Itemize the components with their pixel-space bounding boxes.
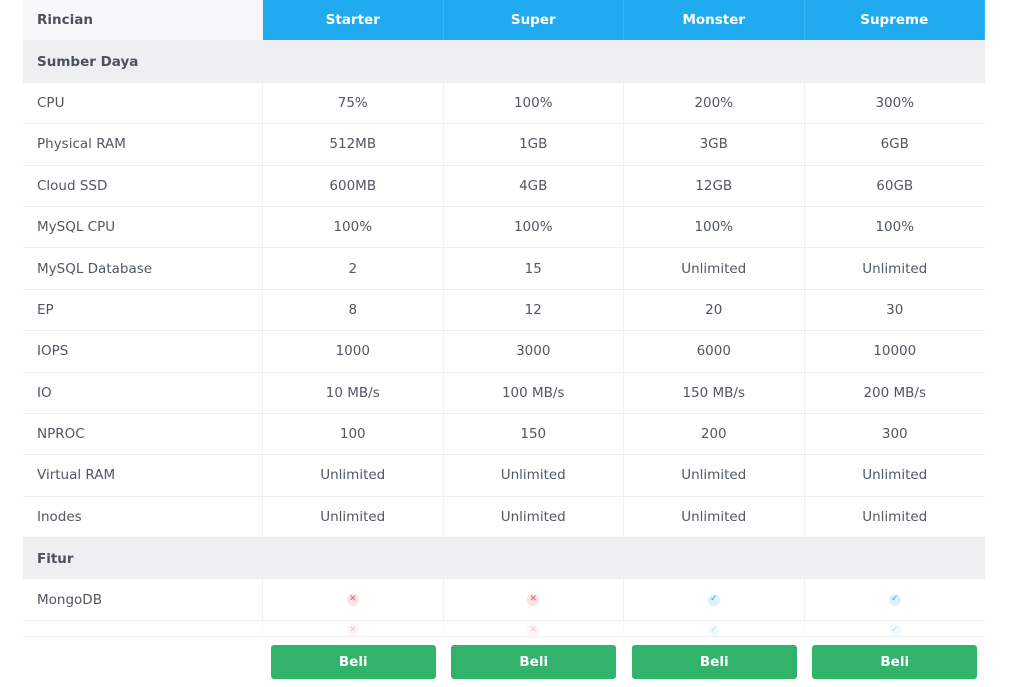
row-value: 200 [624, 413, 805, 455]
row-label: Physical RAM [23, 124, 263, 165]
table-row: Physical RAM 512MB 1GB 3GB 6GB [23, 124, 985, 166]
section-title: Sumber Daya [37, 54, 139, 71]
check-icon: ✓ [707, 624, 720, 637]
row-value: 20 [624, 289, 805, 331]
feature-label: MongoDB [23, 579, 263, 620]
row-value: 150 MB/s [624, 372, 805, 413]
row-value: 100% [444, 206, 624, 248]
row-label: Cloud SSD [23, 165, 263, 206]
row-value: 2 [263, 248, 444, 289]
row-value: 4GB [444, 165, 624, 206]
row-value: 30 [886, 301, 904, 318]
row-value: 300% [875, 94, 915, 111]
row-value: Unlimited [624, 248, 805, 289]
pricing-table: Rincian Starter Super Monster Supreme Su… [23, 0, 985, 687]
row-value: 10000 [873, 343, 917, 360]
row-label: IO [23, 372, 263, 413]
row-value: Unlimited [862, 260, 928, 277]
row-value: 60GB [876, 177, 914, 194]
table-row: IO 10 MB/s 100 MB/s 150 MB/s 200 MB/s [23, 372, 985, 414]
row-value: 1000 [263, 331, 444, 372]
table-row: NPROC 100 150 200 300 [23, 413, 985, 456]
row-value: 12 [444, 289, 624, 331]
row-value: 150 [444, 413, 624, 455]
row-value: 6GB [880, 136, 909, 153]
check-icon: ✓ [888, 593, 901, 606]
row-label: Inodes [23, 496, 263, 538]
row-value: 1GB [444, 124, 624, 165]
row-label: EP [23, 289, 263, 331]
plan-header-starter: Starter [263, 0, 444, 41]
row-value: 100% [263, 206, 444, 248]
check-icon: ✓ [888, 624, 901, 637]
feature-value: ✕ [444, 579, 624, 620]
row-label: NPROC [23, 413, 263, 455]
x-icon: ✕ [527, 593, 540, 606]
row-label: IOPS [23, 331, 263, 372]
row-value: 6000 [624, 331, 805, 372]
buy-footer: Beli Beli Beli Beli [23, 636, 985, 687]
table-row: EP 8 12 20 30 [23, 289, 985, 332]
table-row: IOPS 1000 3000 6000 10000 [23, 331, 985, 373]
plan-header-monster: Monster [624, 0, 805, 41]
row-value: 100 [263, 413, 444, 455]
x-icon: ✕ [346, 593, 359, 606]
row-value: 200% [624, 82, 805, 124]
table-row: MySQL CPU 100% 100% 100% 100% [23, 206, 985, 249]
row-value: Unlimited [444, 455, 624, 496]
row-value: 512MB [263, 124, 444, 165]
row-label: Virtual RAM [23, 455, 263, 496]
section-header-resources: Sumber Daya [23, 41, 985, 83]
row-value: Unlimited [624, 455, 805, 496]
row-value: 8 [263, 289, 444, 331]
row-value: 100% [444, 82, 624, 124]
row-value: 3GB [624, 124, 805, 165]
row-value: 10 MB/s [263, 372, 444, 413]
buy-button-starter[interactable]: Beli [270, 645, 436, 679]
row-value: 300 [881, 426, 908, 443]
row-value: 15 [444, 248, 624, 289]
row-value: Unlimited [444, 496, 624, 538]
row-value: 12GB [624, 165, 805, 206]
feature-value: ✕ [263, 579, 444, 620]
table-row: Inodes Unlimited Unlimited Unlimited Unlimit… [23, 496, 985, 539]
buy-button-super[interactable]: Beli [451, 645, 617, 679]
x-icon: ✕ [346, 624, 359, 637]
plan-header-supreme: Supreme [804, 0, 985, 41]
table-header: Rincian Starter Super Monster Supreme [23, 0, 985, 42]
row-value: Unlimited [862, 508, 928, 525]
table-row: MySQL Database 2 15 Unlimited Unlimited [23, 248, 985, 290]
row-value: 100% [875, 219, 915, 236]
section-header-features: Fitur [23, 538, 985, 580]
feature-value: ✓ [805, 579, 986, 619]
table-row: CPU 75% 100% 200% 300% [23, 82, 985, 125]
buy-button-supreme[interactable]: Beli [812, 645, 978, 679]
row-value: 75% [263, 82, 444, 124]
row-value: 200 MB/s [863, 384, 927, 401]
row-value: 600MB [263, 165, 444, 206]
row-value: 100 MB/s [444, 372, 624, 413]
plan-header-super: Super [443, 0, 624, 41]
row-value: Unlimited [862, 467, 928, 484]
feature-value: ✓ [624, 579, 805, 620]
feature-row: MongoDB ✕ ✕ ✓ ✓ [23, 579, 986, 621]
row-label: MySQL CPU [23, 206, 263, 248]
row-value: 100% [624, 206, 805, 248]
row-value: Unlimited [263, 496, 444, 538]
row-label: MySQL Database [23, 248, 263, 289]
header-label: Rincian [23, 0, 263, 41]
table-row: Cloud SSD 600MB 4GB 12GB 60GB [23, 165, 985, 207]
row-label: CPU [23, 82, 263, 124]
row-value: Unlimited [263, 455, 444, 496]
buy-button-monster[interactable]: Beli [631, 645, 797, 679]
row-value: 3000 [444, 331, 624, 372]
row-value: Unlimited [624, 496, 805, 538]
section-title: Fitur [37, 550, 74, 567]
table-row: Virtual RAM Unlimited Unlimited Unlimited Un… [23, 455, 985, 497]
check-icon: ✓ [707, 593, 720, 606]
x-icon: ✕ [527, 624, 540, 637]
